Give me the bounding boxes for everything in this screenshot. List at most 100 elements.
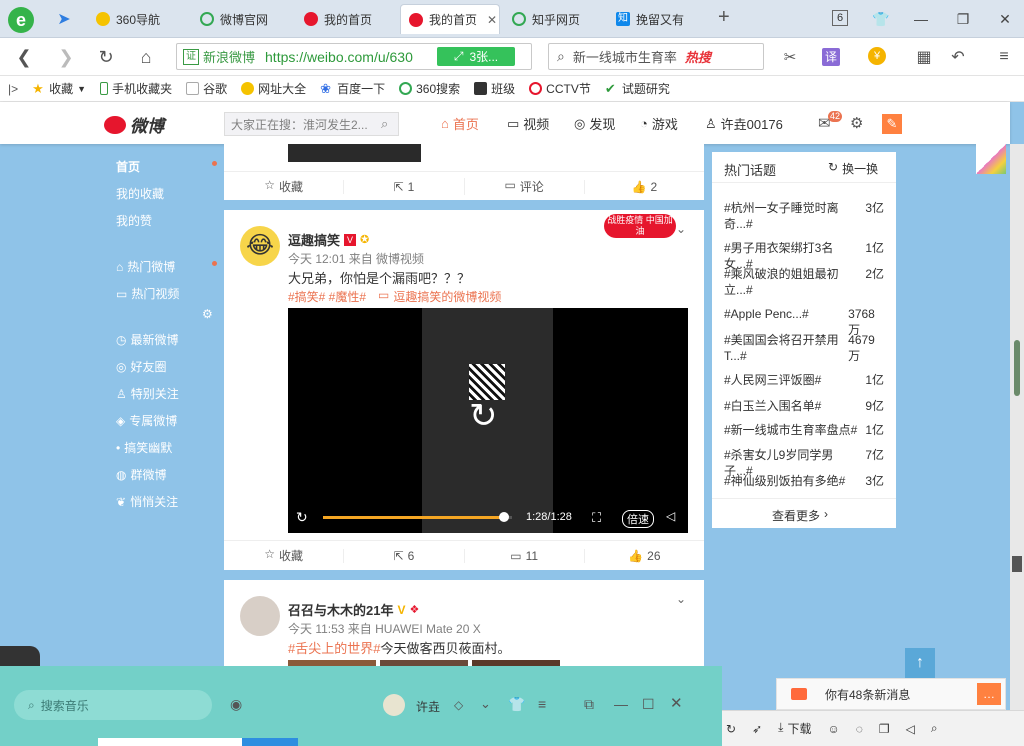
chat-icon[interactable]: … bbox=[977, 683, 1001, 705]
tab-zhihu[interactable]: 知乎网页 bbox=[504, 4, 604, 34]
fullscreen-icon[interactable]: ⛶ bbox=[592, 510, 601, 526]
hot-topic-row[interactable]: #白玉兰入围名单# 9亿 bbox=[724, 398, 884, 414]
bookmark-favorites[interactable]: ★ 收藏 ▼ bbox=[32, 80, 86, 97]
video-player[interactable]: ↻ ↻ 1:28/1:28 ⛶ 倍速 ◁ bbox=[288, 308, 688, 533]
nav-video[interactable]: ▭ 视频 bbox=[507, 114, 549, 133]
hot-topic-row[interactable]: #杭州一女子睡觉时离奇...# 3亿 bbox=[724, 200, 884, 232]
restore-icon[interactable]: ❐ bbox=[952, 8, 974, 30]
sidebar-item-special[interactable]: ♙ 特别关注 bbox=[116, 385, 179, 402]
bookmark-google[interactable]: 谷歌 bbox=[186, 80, 227, 97]
chevron-down-icon[interactable]: ⌄ bbox=[676, 592, 686, 606]
gear-icon[interactable]: ⚙ bbox=[850, 114, 863, 132]
hot-topic-row[interactable]: #神仙级别饭拍有多绝# 3亿 bbox=[724, 473, 884, 489]
undo-icon[interactable]: ↶ bbox=[946, 46, 970, 68]
new-tab-button[interactable]: + bbox=[718, 6, 730, 29]
bookmark-360search[interactable]: 360搜索 bbox=[399, 80, 460, 97]
minimize-icon[interactable]: — bbox=[910, 8, 932, 30]
campaign-badge[interactable]: 战胜疫情 中国加油 bbox=[604, 214, 676, 238]
minimize-icon[interactable]: — bbox=[614, 696, 628, 712]
mini-mode-icon[interactable]: ⧉ bbox=[584, 696, 594, 713]
address-bar[interactable]: 证 新浪微博 https://weibo.com/u/630 ⤢ 3张... bbox=[176, 43, 532, 70]
close-icon[interactable]: ✕ bbox=[487, 13, 497, 27]
back-icon[interactable]: ❮ bbox=[12, 46, 36, 68]
sidebar-item-exclusive[interactable]: ◈ 专属微博 bbox=[116, 412, 177, 429]
mini-player-tab[interactable] bbox=[0, 646, 40, 668]
hashtag-link[interactable]: #舌尖上的世界# bbox=[288, 638, 380, 657]
author-name[interactable]: 逗趣搞笑 bbox=[288, 230, 340, 249]
back-to-top-button[interactable]: ↑ bbox=[905, 648, 935, 678]
speaker-icon[interactable]: ◁ bbox=[906, 722, 915, 736]
home-icon[interactable]: ⌂ bbox=[134, 46, 158, 68]
bookmark-research[interactable]: ✔ 试题研究 bbox=[605, 80, 670, 97]
avatar[interactable] bbox=[240, 596, 280, 636]
mute-icon[interactable]: ◁ bbox=[666, 509, 675, 523]
repost-button[interactable]: ⇱ 1 bbox=[343, 179, 463, 194]
nav-game[interactable]: ◔ 游戏 bbox=[640, 114, 678, 133]
grid-apps-icon[interactable]: ▦ bbox=[912, 46, 936, 68]
close-icon[interactable]: ✕ bbox=[670, 694, 683, 712]
tab-my-home-active[interactable]: 我的首页 ✕ bbox=[400, 4, 500, 34]
sidebar-item-home[interactable]: 首页 bbox=[116, 158, 140, 175]
scrollbar[interactable] bbox=[1010, 144, 1024, 710]
message-notification[interactable]: 你有48条新消息 … bbox=[776, 678, 1006, 710]
sidebar-item-group[interactable]: ◍ 群微博 bbox=[116, 466, 167, 483]
post-image[interactable] bbox=[288, 144, 421, 162]
sync-icon[interactable]: ◌ bbox=[856, 722, 863, 736]
hot-topic-row[interactable]: #美国国会将召开禁用T...# 4679万 bbox=[724, 332, 884, 364]
nav-home[interactable]: ⌂ 首页 bbox=[441, 114, 479, 133]
reload-icon[interactable]: ↻ bbox=[94, 46, 118, 68]
sidebar-item-hot-video[interactable]: ▭ 热门视频 bbox=[116, 285, 179, 302]
favorite-button[interactable]: ☆ 收藏 bbox=[224, 178, 343, 195]
video-link[interactable]: ▭ 逗趣搞笑的微博视频 bbox=[378, 288, 501, 305]
hot-topic-row[interactable]: #人民网三评饭圈# 1亿 bbox=[724, 372, 884, 388]
gear-icon[interactable]: ⚙ bbox=[202, 307, 213, 321]
forward-icon[interactable]: ❯ bbox=[54, 46, 78, 68]
tab-weibo-official[interactable]: 微博官网 bbox=[192, 4, 292, 34]
microphone-icon[interactable]: ◉ bbox=[230, 696, 242, 713]
browser-logo-icon[interactable]: e bbox=[8, 7, 34, 33]
bookmark-cctv[interactable]: CCTV节 bbox=[529, 80, 591, 97]
chevron-down-icon[interactable]: ⌄ bbox=[676, 222, 686, 236]
music-search-input[interactable]: ⌕ 搜索音乐 bbox=[14, 690, 212, 720]
sidebar-item-humor[interactable]: • 搞笑幽默 bbox=[116, 439, 172, 456]
author-name[interactable]: 召召与木木的21年 bbox=[288, 600, 393, 619]
translate-icon[interactable]: 译 bbox=[822, 48, 840, 66]
search-icon[interactable]: ⌕ bbox=[931, 721, 938, 736]
avatar[interactable] bbox=[383, 694, 405, 716]
search-icon[interactable]: ⌕ bbox=[381, 116, 388, 132]
replay-icon[interactable]: ↻ bbox=[469, 396, 498, 436]
sidebar-item-favorites[interactable]: 我的收藏 bbox=[116, 185, 164, 202]
music-username[interactable]: 许垚 bbox=[416, 698, 440, 715]
chevron-down-icon[interactable]: ⌄ bbox=[480, 696, 491, 712]
nav-user[interactable]: ♙ 许垚00176 bbox=[705, 114, 783, 133]
bookmark-class[interactable]: 班级 bbox=[474, 80, 515, 97]
hot-search-badge[interactable]: 热搜 bbox=[685, 47, 711, 66]
download-button[interactable]: ⤓ 下载 bbox=[778, 720, 811, 737]
tab-count-badge[interactable]: 6 bbox=[832, 10, 848, 26]
weibo-search-input[interactable]: 大家正在搜：淮河发生2... ⌕ bbox=[224, 112, 399, 136]
favorite-button[interactable]: ☆ 收藏 bbox=[224, 547, 343, 564]
extension-badge[interactable]: ⤢ 3张... bbox=[437, 47, 516, 66]
hashtag-link[interactable]: #搞笑# #魔性# bbox=[288, 288, 366, 305]
search-text[interactable]: 新一线城市生育率 bbox=[573, 47, 677, 66]
hot-topic-row[interactable]: #乘风破浪的姐姐最初立...# 2亿 bbox=[724, 266, 884, 298]
bookmark-nav[interactable]: 网址大全 bbox=[241, 80, 306, 97]
sidebar-item-likes[interactable]: 我的赞 bbox=[116, 212, 152, 229]
scissors-icon[interactable]: ✂ bbox=[778, 46, 802, 68]
sidebar-item-friends[interactable]: ◎ 好友圈 bbox=[116, 358, 167, 375]
bookmark-baidu[interactable]: ❀ 百度一下 bbox=[320, 80, 385, 97]
sidebar-item-secret[interactable]: ❦ 悄悄关注 bbox=[116, 493, 178, 510]
speed-button[interactable]: 倍速 bbox=[622, 510, 654, 528]
shirt-icon[interactable]: 👕 bbox=[508, 696, 525, 713]
browser-search-box[interactable]: ⌕ 新一线城市生育率 热搜 bbox=[548, 43, 764, 70]
replay-small-icon[interactable]: ↻ bbox=[296, 509, 308, 526]
weibo-logo[interactable]: 微博 bbox=[104, 112, 164, 137]
repost-button[interactable]: ⇱ 6 bbox=[343, 548, 463, 563]
like-button[interactable]: 👍 2 bbox=[583, 179, 704, 194]
coin-icon[interactable]: ¥ bbox=[868, 47, 886, 65]
menu-icon[interactable]: ≡ bbox=[538, 696, 546, 712]
compose-icon[interactable]: ✎ bbox=[882, 114, 902, 134]
tab-my-home-1[interactable]: 我的首页 bbox=[296, 4, 396, 34]
url-text[interactable]: https://weibo.com/u/630 bbox=[265, 49, 435, 65]
avatar[interactable]: 😂 bbox=[240, 226, 280, 266]
